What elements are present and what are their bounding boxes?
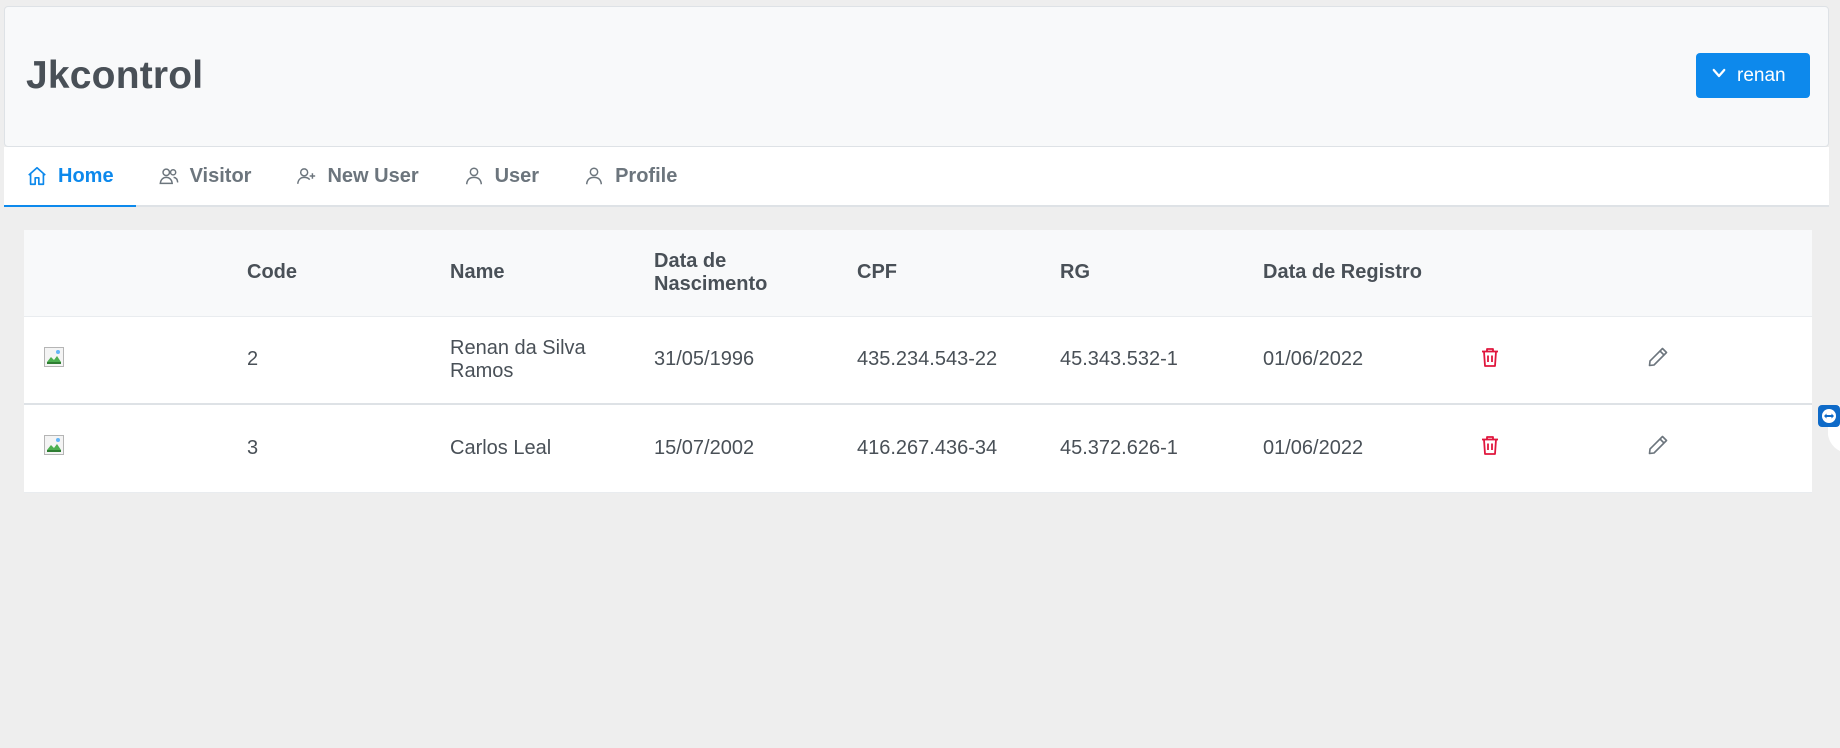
column-header-delete bbox=[1446, 230, 1646, 317]
trash-icon[interactable] bbox=[1478, 433, 1502, 457]
edit-cell bbox=[1646, 316, 1812, 405]
cpf-cell: 416.267.436-34 bbox=[837, 404, 1040, 493]
delete-cell bbox=[1446, 404, 1646, 493]
tab-menu: Home Visitor New User User Profile bbox=[4, 147, 1829, 207]
pencil-icon[interactable] bbox=[1646, 433, 1670, 457]
tab-home[interactable]: Home bbox=[4, 147, 136, 207]
user-icon bbox=[463, 165, 485, 187]
edit-cell bbox=[1646, 404, 1812, 493]
user-menu-button[interactable]: renan bbox=[1696, 53, 1810, 98]
column-header-code[interactable]: Code bbox=[227, 230, 430, 317]
trash-icon[interactable] bbox=[1478, 345, 1502, 369]
user-photo-cell bbox=[24, 404, 227, 493]
app-title: Jkcontrol bbox=[26, 54, 204, 97]
delete-cell bbox=[1446, 316, 1646, 405]
user-plus-icon bbox=[295, 165, 317, 187]
user-icon bbox=[583, 165, 605, 187]
tab-user[interactable]: User bbox=[440, 147, 562, 207]
tab-profile[interactable]: Profile bbox=[561, 147, 700, 207]
rg-cell: 45.343.532-1 bbox=[1040, 316, 1243, 405]
column-header-birth-date[interactable]: Data de Nascimento bbox=[634, 230, 837, 317]
broken-image-icon bbox=[44, 435, 64, 456]
remote-support-widget[interactable] bbox=[1816, 405, 1840, 451]
tab-new-user[interactable]: New User bbox=[273, 147, 441, 207]
column-header-name[interactable]: Name bbox=[430, 230, 634, 317]
user-photo-cell bbox=[24, 316, 227, 405]
users-icon bbox=[158, 165, 180, 187]
name-cell: Carlos Leal bbox=[430, 404, 634, 493]
name-cell: Renan da Silva Ramos bbox=[430, 316, 634, 405]
birth-date-cell: 15/07/2002 bbox=[634, 404, 837, 493]
tab-profile-label: Profile bbox=[615, 164, 678, 187]
code-cell: 2 bbox=[227, 316, 430, 405]
pencil-icon[interactable] bbox=[1646, 345, 1670, 369]
tab-user-label: User bbox=[494, 164, 540, 187]
table-header-row: Code Name Data de Nascimento CPF RG Data… bbox=[24, 230, 1812, 317]
cpf-cell: 435.234.543-22 bbox=[837, 316, 1040, 405]
column-header-registration-date[interactable]: Data de Registro bbox=[1243, 230, 1446, 317]
column-header-rg[interactable]: RG bbox=[1040, 230, 1243, 317]
user-menu-label: renan bbox=[1737, 64, 1786, 86]
chevron-down-icon bbox=[1710, 64, 1728, 88]
registration-date-cell: 01/06/2022 bbox=[1243, 404, 1446, 493]
tab-visitor-label: Visitor bbox=[189, 164, 252, 187]
birth-date-cell: 31/05/1996 bbox=[634, 316, 837, 405]
home-icon bbox=[26, 165, 48, 187]
users-table: Code Name Data de Nascimento CPF RG Data… bbox=[24, 230, 1812, 493]
column-header-cpf[interactable]: CPF bbox=[837, 230, 1040, 317]
rg-cell: 45.372.626-1 bbox=[1040, 404, 1243, 493]
table-row[interactable]: 3 Carlos Leal 15/07/2002 416.267.436-34 … bbox=[24, 404, 1812, 493]
column-header-edit bbox=[1646, 230, 1812, 317]
tab-new-user-label: New User bbox=[327, 164, 419, 187]
tab-home-label: Home bbox=[58, 164, 114, 187]
tab-visitor[interactable]: Visitor bbox=[135, 147, 274, 207]
column-header-photo[interactable] bbox=[24, 230, 227, 317]
registration-date-cell: 01/06/2022 bbox=[1243, 316, 1446, 405]
app-header: Jkcontrol renan bbox=[4, 6, 1829, 147]
broken-image-icon bbox=[44, 346, 64, 367]
table-row[interactable]: 2 Renan da Silva Ramos 31/05/1996 435.23… bbox=[24, 316, 1812, 405]
code-cell: 3 bbox=[227, 404, 430, 493]
